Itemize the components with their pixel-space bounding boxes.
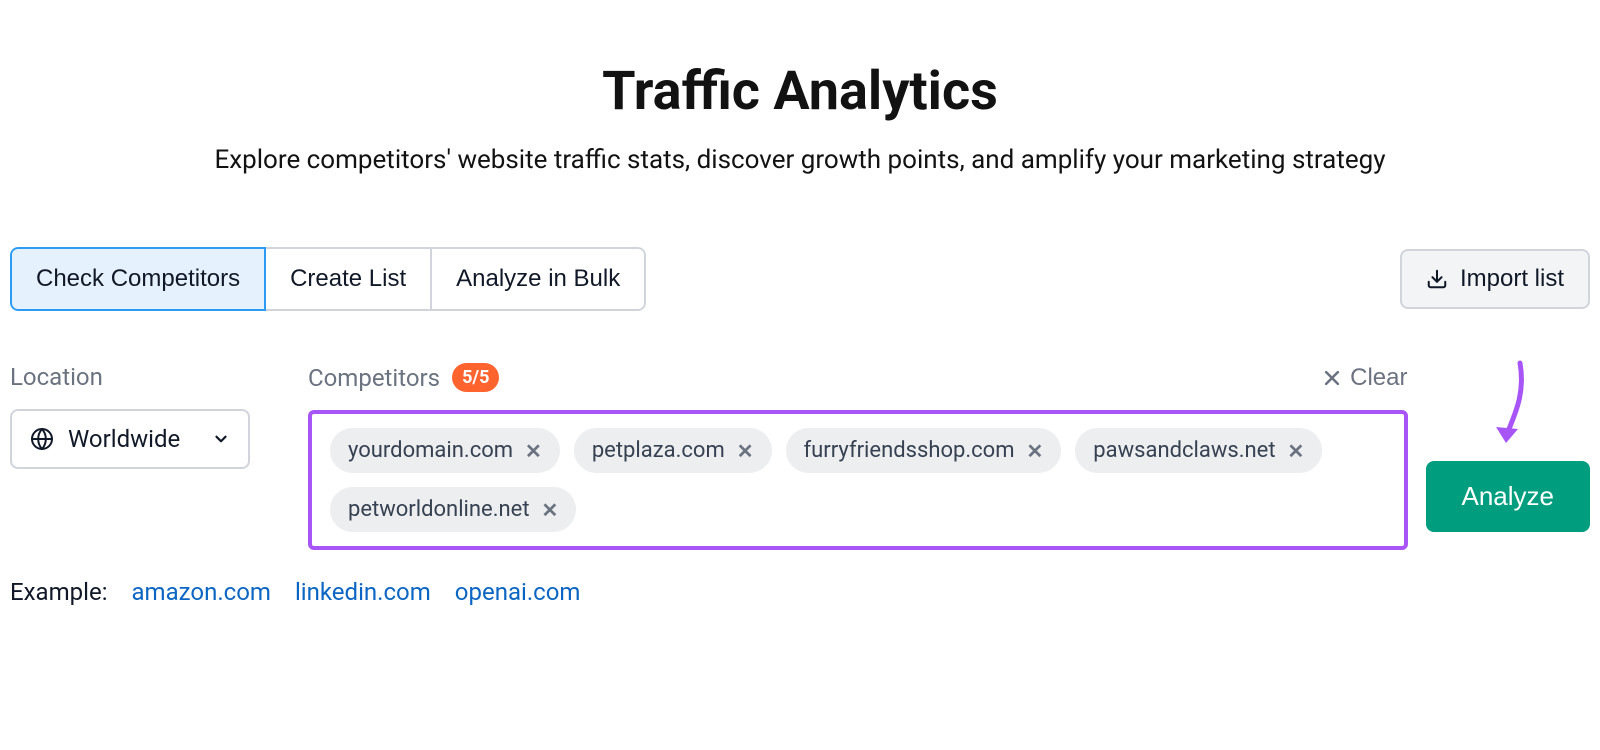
competitor-chip: pawsandclaws.net ✕ <box>1075 428 1322 473</box>
chevron-down-icon <box>212 430 230 448</box>
location-select[interactable]: Worldwide <box>10 409 250 469</box>
chip-label: furryfriendsshop.com <box>804 438 1015 463</box>
competitor-chip: furryfriendsshop.com ✕ <box>786 428 1062 473</box>
clear-label: Clear <box>1350 364 1407 392</box>
tab-create-list[interactable]: Create List <box>264 247 432 311</box>
example-row: Example: amazon.com linkedin.com openai.… <box>10 578 1590 606</box>
competitors-header: Competitors 5/5 Clear <box>308 363 1408 392</box>
competitors-label-group: Competitors 5/5 <box>308 363 499 392</box>
chip-label: petworldonline.net <box>348 497 530 522</box>
chip-remove-icon[interactable]: ✕ <box>542 498 559 522</box>
tab-group: Check Competitors Create List Analyze in… <box>10 247 646 311</box>
page-title: Traffic Analytics <box>10 60 1590 123</box>
competitor-chip: yourdomain.com ✕ <box>330 428 560 473</box>
competitor-chip: petworldonline.net ✕ <box>330 487 576 532</box>
form-row: Location Worldwide Competitors 5/5 <box>10 363 1590 550</box>
close-icon <box>1322 368 1342 388</box>
chip-label: petplaza.com <box>592 438 725 463</box>
location-column: Location Worldwide <box>10 363 290 469</box>
import-list-label: Import list <box>1460 265 1564 293</box>
analyze-column: Analyze <box>1426 363 1591 532</box>
chip-label: pawsandclaws.net <box>1093 438 1275 463</box>
chip-remove-icon[interactable]: ✕ <box>737 439 754 463</box>
toolbar-row: Check Competitors Create List Analyze in… <box>10 247 1590 311</box>
globe-icon <box>30 427 54 451</box>
location-value: Worldwide <box>68 425 180 453</box>
example-link[interactable]: linkedin.com <box>295 578 431 606</box>
clear-button[interactable]: Clear <box>1322 364 1407 392</box>
chip-remove-icon[interactable]: ✕ <box>525 439 542 463</box>
import-list-button[interactable]: Import list <box>1400 249 1590 309</box>
competitors-input[interactable]: yourdomain.com ✕ petplaza.com ✕ furryfri… <box>308 410 1408 550</box>
arrow-annotation-icon <box>1484 357 1532 457</box>
chip-remove-icon[interactable]: ✕ <box>1288 439 1305 463</box>
example-link[interactable]: amazon.com <box>132 578 271 606</box>
page-subtitle: Explore competitors' website traffic sta… <box>10 145 1590 175</box>
chip-remove-icon[interactable]: ✕ <box>1027 439 1044 463</box>
competitors-count-badge: 5/5 <box>452 363 499 392</box>
tab-check-competitors[interactable]: Check Competitors <box>10 247 266 311</box>
chip-label: yourdomain.com <box>348 438 513 463</box>
example-link[interactable]: openai.com <box>455 578 581 606</box>
download-icon <box>1426 268 1448 290</box>
competitor-chip: petplaza.com ✕ <box>574 428 772 473</box>
competitors-label: Competitors <box>308 364 440 392</box>
competitors-column: Competitors 5/5 Clear yourdomain.com ✕ p… <box>308 363 1408 550</box>
tab-analyze-bulk[interactable]: Analyze in Bulk <box>430 247 646 311</box>
analyze-button[interactable]: Analyze <box>1426 461 1591 532</box>
example-label: Example: <box>10 578 108 606</box>
location-label: Location <box>10 363 290 391</box>
